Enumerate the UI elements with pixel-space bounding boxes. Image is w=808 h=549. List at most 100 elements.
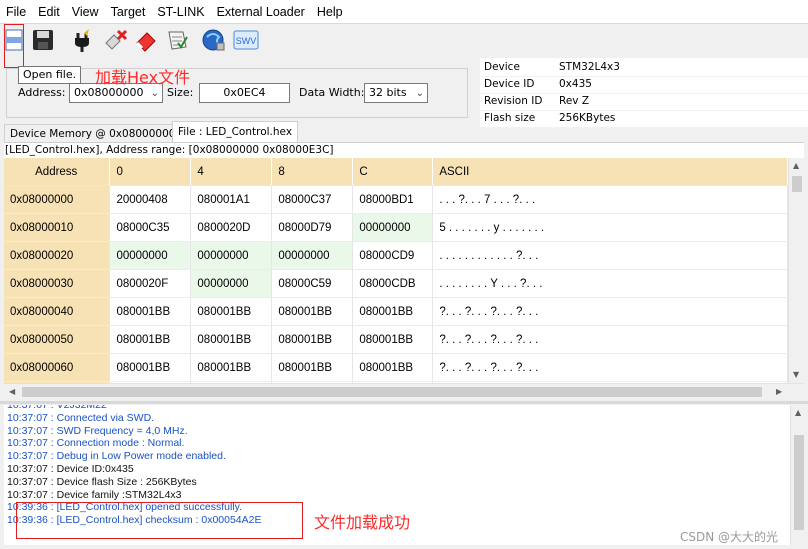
- data-width-select[interactable]: 32 bits ⌄: [364, 83, 428, 103]
- scrollbar-thumb[interactable]: [792, 176, 802, 192]
- log-line: 10:37:07 : SWD Frequency = 4,0 MHz.: [7, 424, 188, 437]
- data-cell[interactable]: 080001BB: [271, 325, 354, 354]
- data-cell[interactable]: 00000000: [190, 269, 273, 298]
- column-header-0[interactable]: 0: [109, 158, 192, 186]
- column-header-4[interactable]: 4: [190, 158, 273, 186]
- menu-view[interactable]: View: [66, 0, 105, 24]
- menu-external-loader[interactable]: External Loader: [211, 0, 311, 24]
- device-key: Device: [484, 61, 520, 73]
- table-row[interactable]: 0x08000030 0800020F 00000000 08000C59 08000C…: [4, 269, 788, 298]
- scroll-down-arrow-icon[interactable]: ▼: [793, 370, 799, 379]
- tab-file-led-control[interactable]: File : LED_Control.hex: [172, 121, 299, 142]
- address-cell[interactable]: 0x08000060: [4, 353, 111, 382]
- ascii-cell[interactable]: ?. . . ?. . . ?. . . ?. . .: [432, 325, 788, 354]
- data-cell[interactable]: 00000000: [271, 241, 354, 270]
- size-input[interactable]: 0x0EC4: [199, 83, 290, 103]
- scrollbar-thumb[interactable]: [22, 387, 762, 397]
- menu-help[interactable]: Help: [311, 0, 349, 24]
- address-cell[interactable]: 0x08000000: [4, 185, 111, 214]
- data-cell[interactable]: 080001BB: [271, 353, 354, 382]
- menu-file[interactable]: File: [0, 0, 32, 24]
- data-cell[interactable]: 08000C35: [109, 213, 192, 242]
- column-header-8[interactable]: 8: [271, 158, 354, 186]
- address-cell[interactable]: 0x08000030: [4, 269, 111, 298]
- data-cell[interactable]: 08000C37: [271, 185, 354, 214]
- data-cell[interactable]: 0800020F: [109, 269, 192, 298]
- data-cell[interactable]: 08000C59: [271, 269, 354, 298]
- panel-splitter[interactable]: [0, 401, 808, 404]
- data-cell[interactable]: 08000CD9: [352, 241, 434, 270]
- table-row[interactable]: 0x08000010 08000C35 0800020D 08000D79 000000…: [4, 213, 788, 242]
- address-cell[interactable]: 0x08000010: [4, 213, 111, 242]
- flash-size-key: Flash size: [484, 112, 536, 124]
- table-row[interactable]: 0x08000000 20000408 080001A1 08000C37 08000B…: [4, 185, 788, 214]
- ascii-cell[interactable]: ?. . . ?. . . ?. . . ?. . .: [432, 353, 788, 382]
- ascii-cell[interactable]: 5 . . . . . . . y . . . . . . .: [432, 213, 788, 242]
- table-row[interactable]: 0x08000040 080001BB 080001BB 080001BB 080001…: [4, 297, 788, 326]
- scroll-up-arrow-icon[interactable]: ▲: [795, 408, 801, 417]
- table-row[interactable]: 0x08000050 080001BB 080001BB 080001BB 080001…: [4, 325, 788, 354]
- memory-table[interactable]: Address 0 4 8 C ASCII 0x08000000 20000408…: [4, 158, 788, 383]
- data-cell[interactable]: 080001BB: [109, 325, 192, 354]
- column-header-c[interactable]: C: [352, 158, 434, 186]
- log-line: 10:37:07 : Device ID:0x435: [7, 463, 134, 475]
- tab-device-memory[interactable]: Device Memory @ 0x08000000 :: [4, 124, 189, 142]
- log-line: 10:37:07 : Device flash Size : 256KBytes: [7, 475, 197, 488]
- address-cell[interactable]: 0x08000020: [4, 241, 111, 270]
- open-file-highlight: [4, 24, 24, 68]
- device-info-panel: Device STM32L4x3 Device ID 0x435 Revision …: [480, 58, 808, 128]
- table-row[interactable]: 0x08000020 00000000 00000000 00000000 08000C…: [4, 241, 788, 270]
- column-header-address[interactable]: Address: [4, 158, 111, 186]
- table-vertical-scrollbar[interactable]: ▲ ▼: [788, 158, 804, 383]
- data-width-label: Data Width:: [299, 86, 365, 99]
- revision-id-row: Revision ID Rev Z: [480, 93, 808, 111]
- data-cell[interactable]: 08000D79: [271, 213, 354, 242]
- data-cell[interactable]: 080001BB: [352, 297, 434, 326]
- data-cell[interactable]: 08000BD1: [352, 185, 434, 214]
- ascii-cell[interactable]: . . . . . . . . Y . . . ?. . .: [432, 269, 788, 298]
- swv-icon[interactable]: SWV: [232, 26, 260, 54]
- address-cell[interactable]: 0x08000040: [4, 297, 111, 326]
- data-cell[interactable]: 080001BB: [352, 325, 434, 354]
- ascii-cell[interactable]: . . . ?. . . 7 . . . ?. . .: [432, 185, 788, 214]
- ascii-cell[interactable]: ?. . . ?. . . ?. . . ?. . .: [432, 297, 788, 326]
- scroll-up-arrow-icon[interactable]: ▲: [793, 161, 799, 170]
- data-cell[interactable]: 080001BB: [109, 353, 192, 382]
- table-horizontal-scrollbar[interactable]: ◀ ▶: [4, 383, 804, 399]
- scroll-left-arrow-icon[interactable]: ◀: [9, 387, 15, 396]
- data-cell[interactable]: 0800020D: [190, 213, 273, 242]
- data-cell[interactable]: 00000000: [109, 241, 192, 270]
- data-cell[interactable]: 00000000: [352, 213, 434, 242]
- data-cell[interactable]: 20000408: [109, 185, 192, 214]
- menu-bar: File Edit View Target ST-LINK External Loader…: [0, 0, 808, 24]
- save-icon[interactable]: [29, 26, 57, 54]
- data-cell[interactable]: 080001BB: [190, 353, 273, 382]
- program-verify-icon[interactable]: [163, 26, 191, 54]
- table-row[interactable]: 0x08000060 080001BB 080001BB 080001BB 080001…: [4, 353, 788, 382]
- ascii-cell[interactable]: . . . . . . . . . . . . ?. . .: [432, 241, 788, 270]
- data-cell[interactable]: 080001BB: [190, 297, 273, 326]
- data-cell[interactable]: 080001BB: [190, 325, 273, 354]
- log-vertical-scrollbar[interactable]: ▲: [790, 405, 806, 545]
- data-cell[interactable]: 080001BB: [109, 297, 192, 326]
- erase-icon[interactable]: [132, 26, 160, 54]
- toolbar: SWV: [0, 24, 808, 58]
- scroll-right-arrow-icon[interactable]: ▶: [776, 387, 782, 396]
- log-line: 10:37:07 : Device family :STM32L4x3: [7, 488, 182, 501]
- menu-st-link[interactable]: ST-LINK: [151, 0, 210, 24]
- data-cell[interactable]: 080001BB: [352, 353, 434, 382]
- disconnect-icon[interactable]: [101, 26, 129, 54]
- chevron-down-icon[interactable]: ⌄: [416, 85, 424, 103]
- menu-edit[interactable]: Edit: [32, 0, 66, 24]
- data-cell[interactable]: 08000CDB: [352, 269, 434, 298]
- data-cell[interactable]: 080001BB: [271, 297, 354, 326]
- firmware-upgrade-icon[interactable]: [200, 26, 228, 54]
- watermark: CSDN @大大的光: [680, 530, 779, 544]
- connect-icon[interactable]: [69, 26, 97, 54]
- data-cell[interactable]: 080001A1: [190, 185, 273, 214]
- scrollbar-thumb[interactable]: [794, 435, 804, 530]
- address-cell[interactable]: 0x08000050: [4, 325, 111, 354]
- menu-target[interactable]: Target: [105, 0, 152, 24]
- data-cell[interactable]: 00000000: [190, 241, 273, 270]
- column-header-ascii[interactable]: ASCII: [432, 158, 788, 186]
